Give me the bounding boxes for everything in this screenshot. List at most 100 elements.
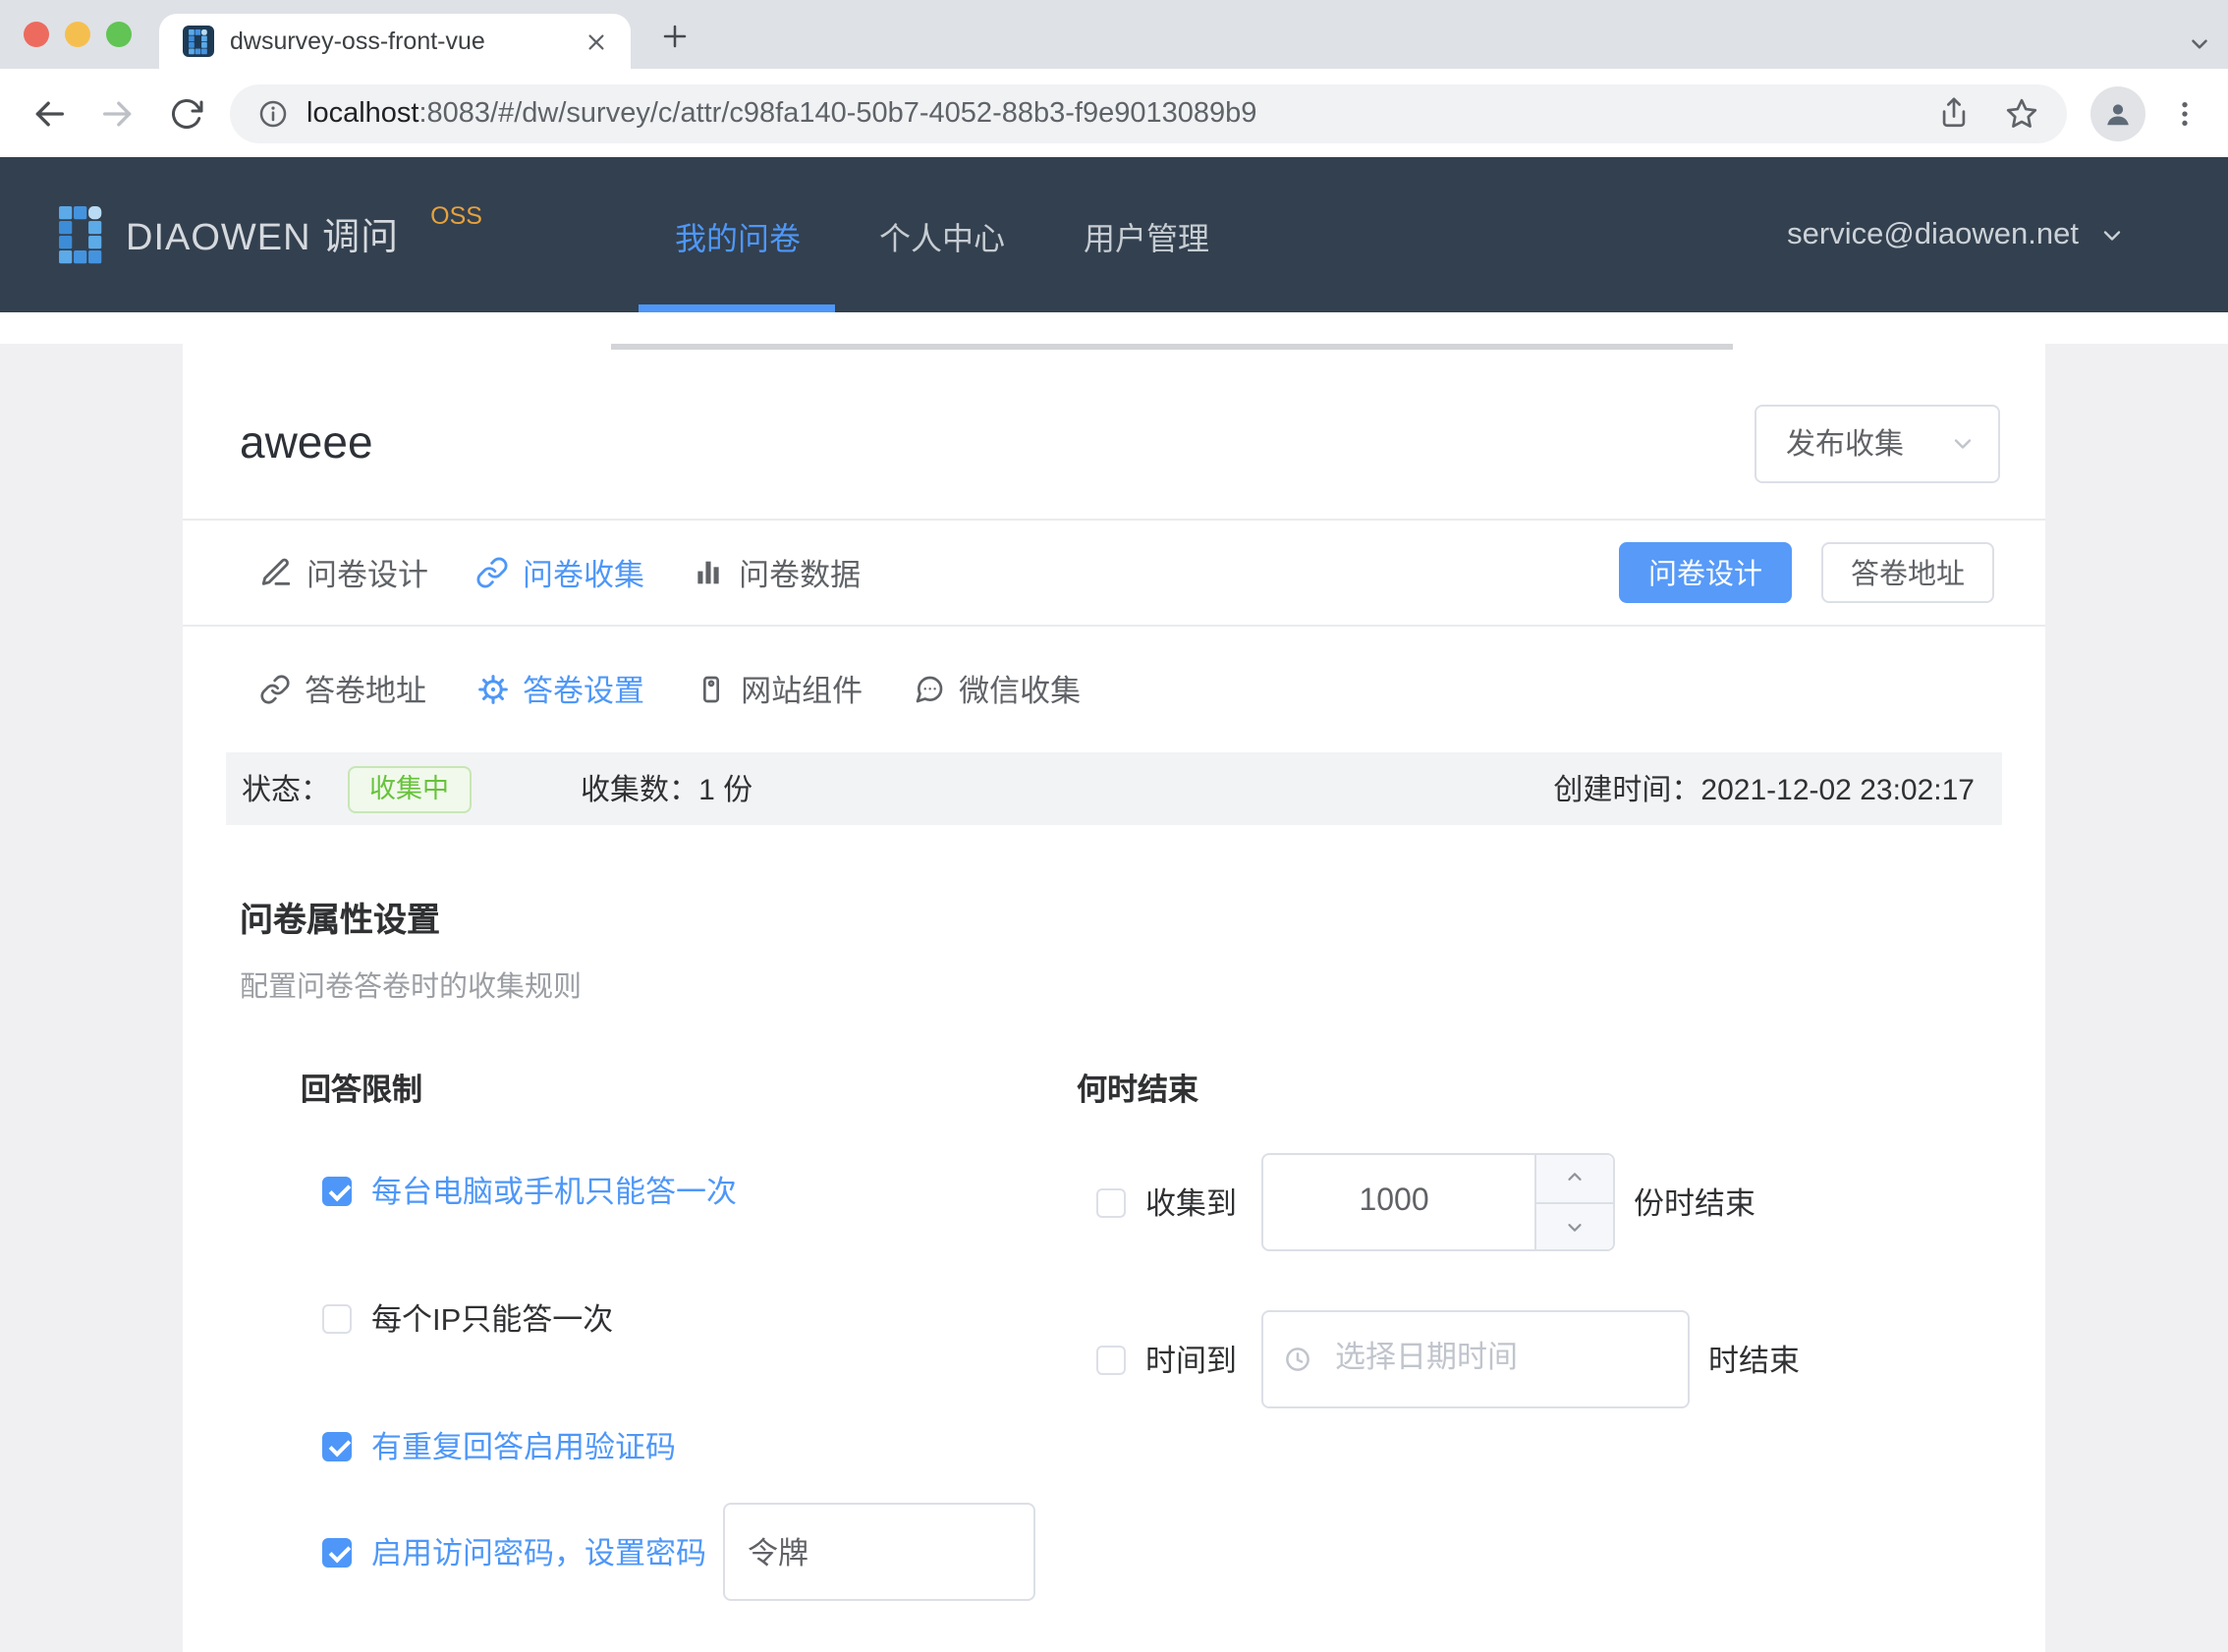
new-tab-button[interactable]: [648, 10, 699, 61]
nav-item-personal-center[interactable]: 个人中心: [840, 157, 1044, 312]
checkbox-label[interactable]: 启用访问密码，设置密码: [371, 1530, 706, 1573]
tab-label: 问卷设计: [306, 551, 428, 594]
bar-chart-icon: [692, 556, 725, 589]
answer-limit-group: 回答限制 每台电脑或手机只能答一次 每个IP只能答一次 有重复回答启用验证码: [183, 1067, 1057, 1601]
ending-row-quota: 收集到 份时结束: [1077, 1153, 2045, 1251]
pencil-icon: [259, 556, 293, 589]
tab-survey-collect[interactable]: 问卷收集: [475, 551, 644, 594]
menu-underline: [611, 344, 1733, 350]
link-icon: [259, 674, 291, 705]
link-icon: [475, 556, 509, 589]
forward-icon[interactable]: [92, 87, 143, 138]
section-description: 配置问卷答卷时的收集规则: [240, 964, 2045, 1006]
browser-tab[interactable]: dwsurvey-oss-front-vue: [159, 14, 631, 69]
collect-count: 收集数：1 份: [581, 768, 752, 809]
number-stepper: [1533, 1155, 1612, 1249]
checkbox-ip-once[interactable]: [322, 1303, 352, 1333]
status-badge: 收集中: [348, 765, 471, 812]
nav-item-my-surveys[interactable]: 我的问卷: [636, 157, 840, 312]
checkbox-label[interactable]: 每个IP只能答一次: [371, 1296, 613, 1340]
app-header: DIAOWEN 调问 OSS 我的问卷 个人中心 用户管理 service@di…: [0, 157, 2228, 312]
limit-row-password: 启用访问密码，设置密码: [301, 1503, 1057, 1601]
deadline-date-input[interactable]: [1260, 1310, 1689, 1408]
checkbox-label[interactable]: 有重复回答启用验证码: [371, 1424, 676, 1467]
brand-logo[interactable]: DIAOWEN 调问 OSS: [59, 157, 482, 312]
nav-item-user-management[interactable]: 用户管理: [1044, 157, 1249, 312]
tab-label: 问卷数据: [739, 551, 861, 594]
subtab-wechat-collect[interactable]: 微信收集: [914, 668, 1081, 711]
answer-url-button[interactable]: 答卷地址: [1821, 542, 1994, 603]
survey-card: aweee 发布收集 问卷设计 问卷收集: [183, 344, 2045, 1652]
group-title-limits: 回答限制: [301, 1067, 1057, 1110]
subtab-label: 答卷设置: [523, 668, 644, 711]
publish-collect-select[interactable]: 发布收集: [1755, 404, 2000, 482]
tab-title: dwsurvey-oss-front-vue: [230, 28, 580, 55]
zoom-window-button[interactable]: [106, 22, 132, 47]
app-nav: 我的问卷 个人中心 用户管理: [636, 157, 1249, 312]
checkbox-password[interactable]: [322, 1537, 352, 1567]
checkbox-label[interactable]: 每台电脑或手机只能答一次: [371, 1169, 737, 1212]
subtab-label: 网站组件: [741, 668, 863, 711]
back-icon[interactable]: [24, 87, 75, 138]
bookmark-star-icon[interactable]: [2004, 95, 2039, 131]
user-menu[interactable]: service@diaowen.net: [1787, 157, 2126, 312]
action-buttons: 问卷设计 答卷地址: [1619, 542, 1994, 603]
limit-row-captcha: 有重复回答启用验证码: [301, 1412, 1057, 1479]
checkbox-device-once[interactable]: [322, 1176, 352, 1205]
tab-search-chevron-icon[interactable]: [2187, 31, 2212, 57]
reload-icon[interactable]: [161, 87, 212, 138]
tab-survey-design[interactable]: 问卷设计: [259, 551, 428, 594]
subtab-answer-url[interactable]: 答卷地址: [259, 668, 426, 711]
profile-avatar[interactable]: [2090, 85, 2145, 140]
stepper-down-button[interactable]: [1535, 1203, 1612, 1249]
section-title: 问卷属性设置: [240, 892, 2045, 941]
publish-select-value: 发布收集: [1786, 422, 1904, 464]
checkbox-label[interactable]: 时间到: [1145, 1338, 1237, 1381]
deadline-date-field: [1260, 1310, 1689, 1408]
browser-window: dwsurvey-oss-front-vue localhost:8083/#/…: [0, 0, 2228, 1652]
chevron-down-icon: [1563, 1216, 1585, 1238]
site-info-icon[interactable]: [257, 97, 289, 129]
browser-toolbar: localhost:8083/#/dw/survey/c/attr/c98fa1…: [0, 69, 2228, 157]
limit-row-ip-once: 每个IP只能答一次: [301, 1285, 1057, 1351]
survey-design-button[interactable]: 问卷设计: [1619, 542, 1792, 603]
url-host: localhost: [306, 97, 418, 129]
checkbox-label[interactable]: 收集到: [1145, 1181, 1237, 1224]
chevron-down-icon: [1949, 429, 1977, 457]
tag-icon: [696, 674, 727, 705]
user-email: service@diaowen.net: [1787, 217, 2079, 252]
status-bar: 状态： 收集中 收集数：1 份 创建时间：2021-12-02 23:02:17: [226, 752, 2002, 825]
gear-icon: [477, 674, 509, 705]
tab-strip: dwsurvey-oss-front-vue: [0, 0, 2228, 69]
group-title-ending: 何时结束: [1077, 1067, 2045, 1110]
stepper-up-button[interactable]: [1535, 1155, 1612, 1203]
checkbox-quota[interactable]: [1096, 1187, 1126, 1217]
status-label: 状态：: [242, 768, 330, 809]
subtab-site-widget[interactable]: 网站组件: [696, 668, 863, 711]
address-bar[interactable]: localhost:8083/#/dw/survey/c/attr/c98fa1…: [230, 83, 2067, 142]
main-tabs-row: 问卷设计 问卷收集 问卷数据 问卷设计 答卷地址: [183, 521, 2045, 625]
share-icon[interactable]: [1937, 96, 1971, 130]
subtab-label: 答卷地址: [305, 668, 426, 711]
chevron-up-icon: [1563, 1168, 1585, 1189]
clock-icon: [1282, 1345, 1311, 1374]
browser-menu-icon[interactable]: [2161, 89, 2208, 137]
diaowen-logo-icon: [59, 205, 104, 264]
checkbox-captcha[interactable]: [322, 1431, 352, 1460]
nav-item-label: 我的问卷: [675, 211, 801, 258]
checkbox-deadline[interactable]: [1096, 1345, 1126, 1374]
attr-section-header: 问卷属性设置 配置问卷答卷时的收集规则: [183, 825, 2045, 1006]
password-input[interactable]: [722, 1503, 1034, 1601]
tab-close-icon[interactable]: [580, 26, 611, 57]
ending-group: 何时结束 收集到: [1057, 1067, 2045, 1601]
chevron-down-icon: [2098, 221, 2126, 248]
ending-row-deadline: 时间到 时结束: [1077, 1310, 2045, 1408]
tab-label: 问卷收集: [523, 551, 644, 594]
minimize-window-button[interactable]: [65, 22, 90, 47]
subtab-label: 微信收集: [959, 668, 1081, 711]
collect-count-value: 1 份: [698, 774, 752, 807]
tab-survey-data[interactable]: 问卷数据: [692, 551, 861, 594]
close-window-button[interactable]: [24, 22, 49, 47]
subtab-answer-settings[interactable]: 答卷设置: [477, 668, 644, 711]
quota-number-field: [1260, 1153, 1614, 1251]
